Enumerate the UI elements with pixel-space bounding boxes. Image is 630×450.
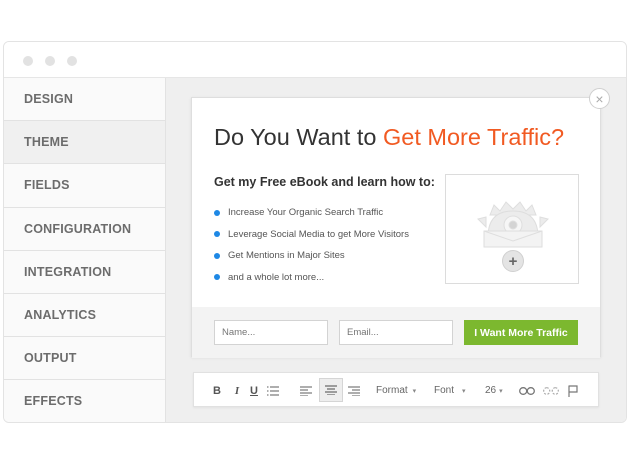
align-center-icon[interactable]	[319, 378, 343, 402]
image-placeholder[interactable]: +	[445, 174, 579, 284]
font-size-dropdown[interactable]: 26 ▾	[485, 373, 515, 408]
font-dropdown-label: Font	[434, 385, 455, 396]
chevron-down-icon: ▾	[462, 387, 466, 395]
popup-title-prefix: Do You Want to	[214, 124, 383, 150]
list-item: Leverage Social Media to get More Visito…	[214, 224, 409, 246]
list-item: and a whole lot more...	[214, 267, 409, 289]
email-field[interactable]	[339, 320, 453, 345]
align-right-icon[interactable]	[346, 373, 362, 408]
list-icon[interactable]	[265, 373, 281, 408]
window-dot-2	[45, 56, 55, 66]
align-left-icon[interactable]	[298, 373, 314, 408]
chevron-down-icon: ▾	[499, 387, 503, 395]
window-titlebar	[4, 42, 626, 78]
format-dropdown-label: Format	[376, 385, 408, 396]
bold-button[interactable]: B	[210, 373, 224, 408]
list-item-text: Leverage Social Media to get More Visito…	[228, 228, 409, 240]
benefit-list[interactable]: Increase Your Organic Search Traffic Lev…	[214, 202, 409, 288]
popup-title-highlight: Get More Traffic?	[382, 124, 565, 150]
flag-icon[interactable]	[565, 373, 581, 408]
unlink-icon[interactable]	[541, 373, 561, 408]
sidebar-item-output[interactable]: OUTPUT	[4, 337, 165, 381]
text-format-toolbar: B I U Format ▾ Font ▾ 26 ▾	[193, 372, 599, 407]
window-dot-1	[23, 56, 33, 66]
optin-popup: Do You Want to Get More Traffic? Get my …	[191, 97, 601, 358]
link-icon[interactable]	[517, 373, 537, 408]
popup-subhead[interactable]: Get my Free eBook and learn how to:	[214, 175, 435, 189]
optin-form: I Want More Traffic	[192, 307, 600, 358]
underline-button[interactable]: U	[247, 373, 261, 408]
chevron-down-icon: ▾	[412, 387, 417, 395]
sidebar-item-theme[interactable]: THEME	[4, 121, 165, 165]
name-field[interactable]	[214, 320, 328, 345]
list-item-text: Increase Your Organic Search Traffic	[228, 207, 384, 219]
sidebar-item-analytics[interactable]: ANALYTICS	[4, 294, 165, 338]
bullet-icon	[214, 274, 220, 281]
window-dot-3	[67, 56, 77, 66]
list-item-text: and a whole lot more...	[228, 271, 325, 283]
italic-button[interactable]: I	[230, 373, 244, 408]
sidebar-item-design[interactable]: DESIGN	[4, 78, 165, 122]
list-item: Get Mentions in Major Sites	[214, 245, 409, 267]
sidebar-item-integration[interactable]: INTEGRATION	[4, 251, 165, 294]
sidebar-item-fields[interactable]: FIELDS	[4, 164, 165, 208]
format-dropdown[interactable]: Format ▾	[376, 373, 426, 408]
bullet-icon	[214, 231, 220, 238]
popup-title[interactable]: Do You Want to Get More Traffic?	[214, 124, 564, 151]
bullet-icon	[214, 209, 220, 216]
submit-button[interactable]: I Want More Traffic	[464, 320, 578, 345]
list-item: Increase Your Organic Search Traffic	[214, 202, 409, 224]
close-popup-button[interactable]: ×	[589, 88, 610, 109]
sidebar-item-configuration[interactable]: CONFIGURATION	[4, 208, 165, 251]
sidebar-nav: DESIGN THEME FIELDS CONFIGURATION INTEGR…	[4, 78, 166, 422]
add-image-button[interactable]: +	[502, 250, 524, 272]
font-size-value: 26	[485, 385, 497, 396]
sidebar-item-effects[interactable]: EFFECTS	[4, 380, 165, 422]
bullet-icon	[214, 252, 220, 259]
font-dropdown[interactable]: Font ▾	[434, 373, 474, 408]
list-item-text: Get Mentions in Major Sites	[228, 250, 345, 262]
